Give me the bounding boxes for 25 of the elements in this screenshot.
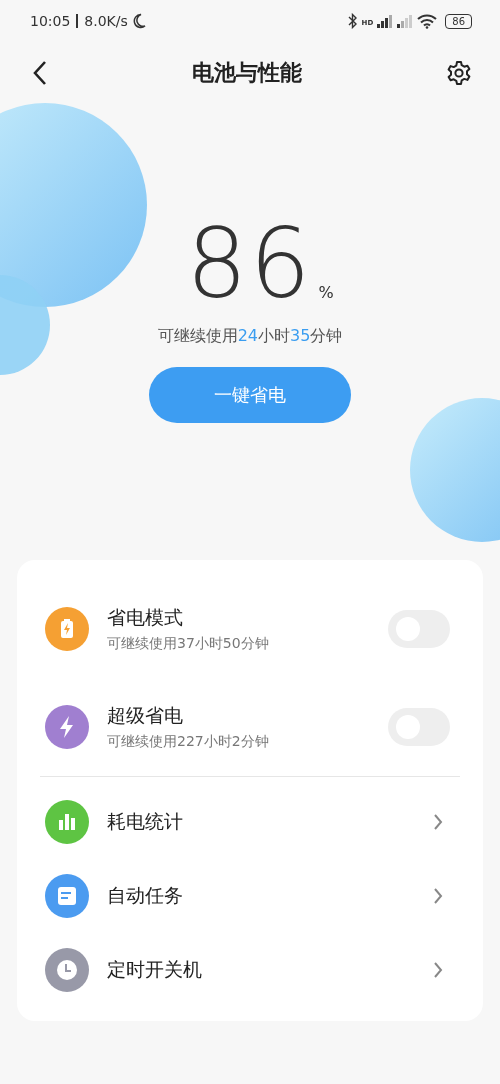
chevron-icon <box>433 813 443 831</box>
moon-icon <box>131 13 146 29</box>
chevron-icon <box>433 961 443 979</box>
item-subtitle: 可继续使用37小时50分钟 <box>107 635 270 653</box>
status-time: 10:05 <box>30 13 71 29</box>
back-icon[interactable] <box>32 60 48 86</box>
item-title: 定时开关机 <box>107 957 203 982</box>
item-title: 自动任务 <box>107 883 184 908</box>
item-subtitle: 可继续使用227小时2分钟 <box>107 733 270 751</box>
item-title: 耗电统计 <box>107 809 184 834</box>
settings-icon[interactable] <box>446 60 472 86</box>
wifi-icon <box>417 13 438 29</box>
signal-icon <box>377 14 394 28</box>
signal-icon <box>397 14 414 28</box>
chevron-icon <box>433 887 443 905</box>
battery-percentage: 86 <box>186 216 313 312</box>
item-title: 省电模式 <box>107 605 184 630</box>
percent-sign: % <box>318 283 334 302</box>
bluetooth-icon <box>347 13 358 29</box>
battery-indicator: 86 <box>445 13 472 29</box>
network-speed: 8.0K/s <box>84 13 128 29</box>
page-title: 电池与性能 <box>192 59 302 87</box>
remaining-time: 可继续使用24小时35分钟 <box>157 326 343 347</box>
item-title: 超级省电 <box>107 703 184 728</box>
power-save-button[interactable]: 一键省电 <box>149 367 351 423</box>
